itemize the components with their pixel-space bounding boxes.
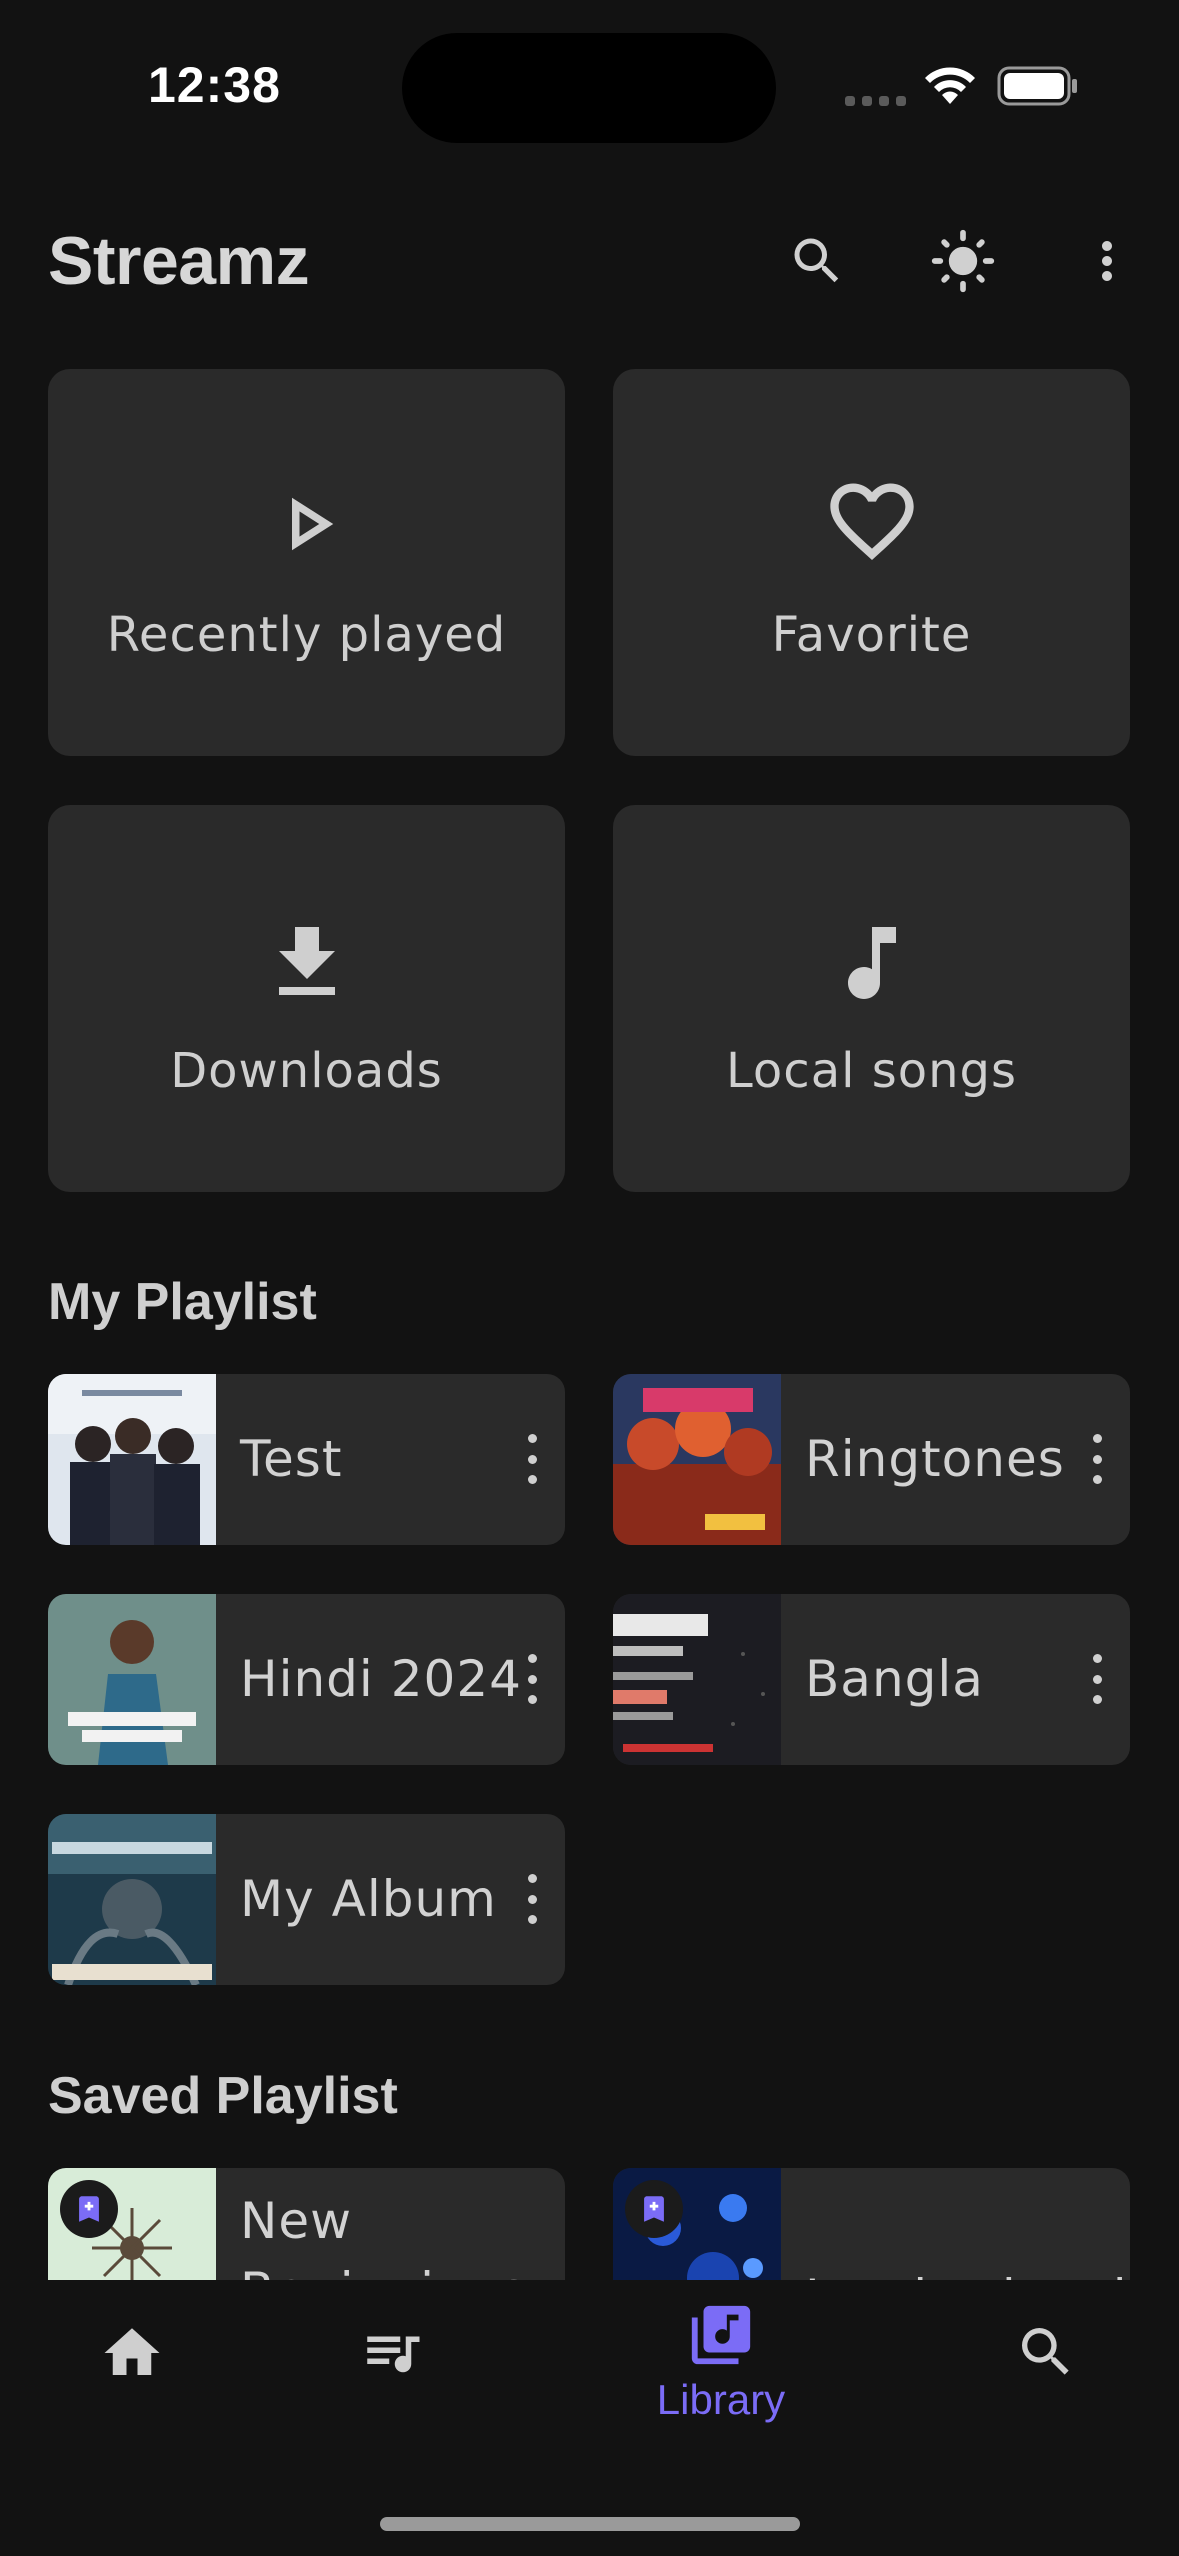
search-button[interactable]: [782, 226, 852, 296]
status-time: 12:38: [148, 57, 281, 113]
playlist-more-button[interactable]: [521, 1654, 543, 1704]
download-icon: [278, 927, 335, 995]
playlist-name: My Album: [240, 1870, 497, 1928]
playlist-name: Test: [240, 1430, 343, 1488]
playlist-thumbnail: [613, 1594, 781, 1765]
tile-downloads[interactable]: Downloads: [48, 805, 565, 1192]
heart-icon: [829, 483, 914, 560]
playlist-thumbnail: [48, 1814, 216, 1985]
bookmark-add-icon: [79, 2196, 99, 2222]
battery-icon: [997, 66, 1077, 106]
status-bar: 12:38: [0, 0, 1179, 170]
brightness-icon: [931, 229, 995, 293]
nav-library-label: Library: [656, 2376, 786, 2423]
saved-playlist-card-inspirational[interactable]: Inspirational: [613, 2168, 1130, 2280]
bookmark-add-icon: [644, 2196, 664, 2222]
playlist-thumbnail: [613, 1374, 781, 1545]
home-indicator: [380, 2517, 800, 2531]
playlist-name: Hindi 2024: [240, 1650, 522, 1708]
tile-label: Local songs: [726, 1043, 1017, 1099]
home-icon: [104, 2328, 160, 2375]
playlist-card-hindi-2024[interactable]: Hindi 2024: [48, 1594, 565, 1765]
nav-home[interactable]: [32, 2320, 232, 2480]
saved-badge: [60, 2180, 118, 2238]
more-options-button[interactable]: [1072, 226, 1142, 296]
playlist-card-bangla[interactable]: Bangla: [613, 1594, 1130, 1765]
playlist-name: Ringtones: [805, 1430, 1065, 1488]
tile-local-songs[interactable]: Local songs: [613, 805, 1130, 1192]
playlist-card-ringtones[interactable]: Ringtones: [613, 1374, 1130, 1545]
tile-label: Downloads: [170, 1043, 443, 1099]
playlist-more-button[interactable]: [1086, 1434, 1108, 1484]
saved-playlist-heading: Saved Playlist: [48, 2067, 398, 2125]
playlist-name: Bangla: [805, 1650, 984, 1708]
playlist-name: New Beginnings: [240, 2192, 526, 2280]
theme-toggle-button[interactable]: [928, 226, 998, 296]
playlist-more-button[interactable]: [1086, 1654, 1108, 1704]
tile-label: Favorite: [771, 607, 972, 663]
bottom-navigation: Library: [0, 2280, 1179, 2556]
playlist-card-test[interactable]: Test: [48, 1374, 565, 1545]
saved-playlist-list: New Beginnings Inspirational: [0, 2160, 1179, 2280]
tile-recently-played[interactable]: Recently played: [48, 369, 565, 756]
tile-label: Recently played: [106, 607, 507, 663]
cellular-signal-icon: [845, 96, 906, 106]
playlist-card-my-album[interactable]: My Album: [48, 1814, 565, 1985]
playlist-thumbnail: [48, 1374, 216, 1545]
my-playlist-heading: My Playlist: [48, 1273, 317, 1331]
wifi-icon: [925, 67, 975, 104]
playlist-more-button[interactable]: [521, 1434, 543, 1484]
play-icon: [291, 497, 333, 551]
music-note-icon: [847, 927, 896, 999]
nav-search[interactable]: [946, 2320, 1146, 2480]
tile-favorite[interactable]: Favorite: [613, 369, 1130, 756]
library-music-icon: [691, 2305, 751, 2365]
search-icon: [794, 238, 839, 283]
dynamic-island: [402, 33, 776, 143]
saved-playlist-card-new-beginnings[interactable]: New Beginnings: [48, 2168, 565, 2280]
nav-library[interactable]: Library: [621, 2300, 821, 2460]
queue-music-icon: [367, 2336, 420, 2373]
playlist-more-button[interactable]: [521, 1874, 543, 1924]
playlist-thumbnail: [48, 1594, 216, 1765]
app-title: Streamz: [48, 223, 310, 299]
playlist-name: Inspirational: [805, 2223, 1128, 2280]
more-vert-icon: [1102, 241, 1112, 281]
saved-badge: [625, 2180, 683, 2238]
nav-queue[interactable]: [292, 2320, 492, 2480]
search-icon: [1022, 2328, 1069, 2375]
